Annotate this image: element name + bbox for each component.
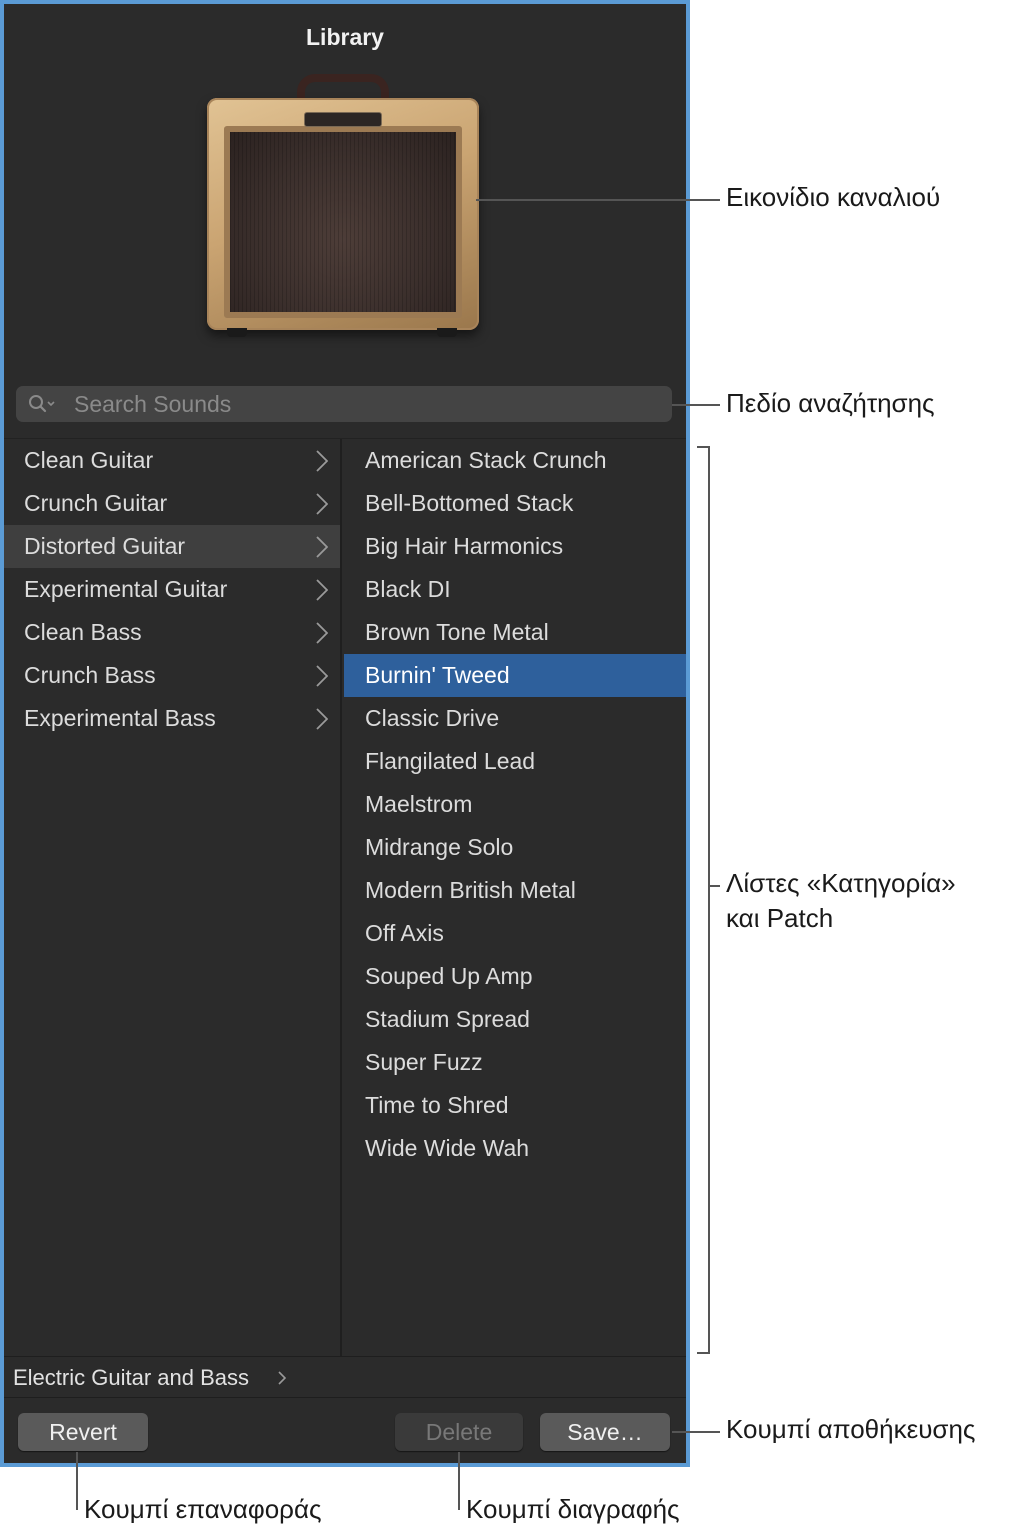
patch-item[interactable]: Midrange Solo [342, 826, 686, 869]
breadcrumb[interactable]: Electric Guitar and Bass [13, 1357, 249, 1399]
callout-lists-line1: Λίστες «Κατηγορία» [726, 868, 956, 898]
bracket-spine [708, 446, 710, 1354]
patch-item[interactable]: Stadium Spread [342, 998, 686, 1041]
patch-item[interactable]: American Stack Crunch [342, 439, 686, 482]
library-window-frame: Library Clean Guitar Crunch Guitar Distort… [0, 0, 690, 1467]
patch-item[interactable]: Super Fuzz [342, 1041, 686, 1084]
chevron-right-icon [316, 665, 328, 687]
chevron-right-icon [316, 622, 328, 644]
category-item[interactable]: Experimental Guitar [4, 568, 340, 611]
delete-button[interactable]: Delete [395, 1413, 523, 1451]
breadcrumb-bar: Electric Guitar and Bass [4, 1356, 686, 1398]
category-item[interactable]: Crunch Guitar [4, 482, 340, 525]
chevron-right-icon [316, 579, 328, 601]
category-list[interactable]: Clean Guitar Crunch Guitar Distorted Guita… [4, 439, 342, 1356]
bracket-tick [708, 885, 720, 887]
category-label: Experimental Bass [24, 705, 216, 731]
chevron-right-icon [316, 708, 328, 730]
category-label: Crunch Guitar [24, 490, 168, 516]
revert-button[interactable]: Revert [18, 1413, 148, 1451]
callout-line-save-button [672, 1431, 720, 1433]
patch-item[interactable]: Classic Drive [342, 697, 686, 740]
category-label: Clean Guitar [24, 447, 154, 473]
category-item[interactable]: Crunch Bass [4, 654, 340, 697]
patch-item[interactable]: Brown Tone Metal [342, 611, 686, 654]
callout-line-channel-icon [476, 199, 720, 201]
patch-item[interactable]: Modern British Metal [342, 869, 686, 912]
patch-list[interactable]: American Stack Crunch Bell-Bottomed Stack… [342, 439, 686, 1356]
chevron-right-icon [316, 493, 328, 515]
patch-item[interactable]: Time to Shred [342, 1084, 686, 1127]
callout-lists-line2: και Patch [726, 903, 834, 933]
patch-item[interactable]: Maelstrom [342, 783, 686, 826]
amp-grill [224, 126, 462, 318]
search-field[interactable] [16, 386, 672, 422]
patch-item[interactable]: Burnin' Tweed [344, 654, 686, 697]
chevron-right-icon [316, 536, 328, 558]
callout-save-button: Κουμπί αποθήκευσης [726, 1414, 976, 1444]
patch-item[interactable]: Wide Wide Wah [342, 1127, 686, 1170]
search-input[interactable] [74, 386, 654, 422]
patch-item[interactable]: Off Axis [342, 912, 686, 955]
category-and-patch-lists: Clean Guitar Crunch Guitar Distorted Guita… [4, 438, 686, 1356]
category-label: Clean Bass [24, 619, 142, 645]
category-item[interactable]: Distorted Guitar [4, 525, 340, 568]
category-item[interactable]: Clean Guitar [4, 439, 340, 482]
chevron-right-icon [278, 1371, 286, 1385]
bracket-bottom [697, 1352, 710, 1354]
category-label: Crunch Bass [24, 662, 156, 688]
category-item[interactable]: Experimental Bass [4, 697, 340, 740]
category-item[interactable]: Clean Bass [4, 611, 340, 654]
callout-channel-icon: Εικονίδιο καναλιού [726, 182, 941, 212]
callout-revert-button: Κουμπί επαναφοράς [84, 1494, 322, 1524]
search-icon[interactable] [28, 394, 58, 414]
category-label: Experimental Guitar [24, 576, 228, 602]
callout-line-delete-button [458, 1452, 460, 1510]
category-label: Distorted Guitar [24, 533, 186, 559]
library-title: Library [306, 24, 384, 50]
callout-search-field: Πεδίο αναζήτησης [726, 388, 935, 418]
amp-logo-plate [304, 112, 382, 127]
amp-foot [227, 328, 247, 337]
callout-line-revert-button [76, 1452, 78, 1510]
patch-item[interactable]: Flangilated Lead [342, 740, 686, 783]
chevron-right-icon [316, 450, 328, 472]
patch-item[interactable]: Big Hair Harmonics [342, 525, 686, 568]
callout-delete-button: Κουμπί διαγραφής [466, 1494, 680, 1524]
patch-item[interactable]: Black DI [342, 568, 686, 611]
channel-icon[interactable] [207, 72, 479, 340]
amp-foot [437, 328, 457, 337]
patch-item[interactable]: Bell-Bottomed Stack [342, 482, 686, 525]
save-button[interactable]: Save… [540, 1413, 670, 1451]
library-panel: Library Clean Guitar Crunch Guitar Distort… [4, 4, 686, 1463]
amp-cabinet [207, 98, 479, 330]
patch-item[interactable]: Souped Up Amp [342, 955, 686, 998]
callout-line-search-field [672, 404, 720, 406]
